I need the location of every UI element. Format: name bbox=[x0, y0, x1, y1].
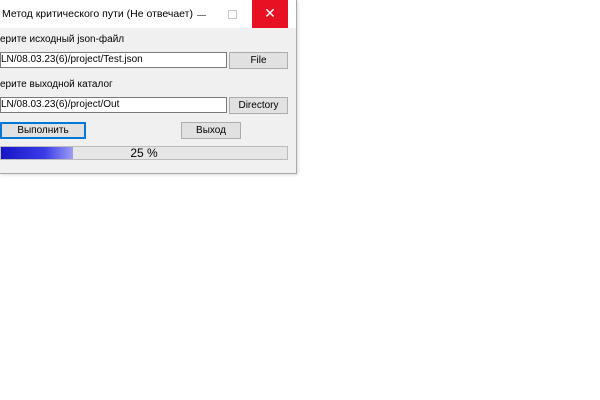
input-file-label: ерите исходный json-файл bbox=[0, 34, 125, 45]
progress-text: 25 % bbox=[130, 146, 158, 160]
output-dir-field[interactable]: LN/08.03.23(6)/project/Out bbox=[0, 97, 227, 113]
run-button[interactable]: Выполнить bbox=[0, 122, 86, 139]
screen: Метод критического пути (Не отвечает) ✕ … bbox=[0, 0, 600, 400]
app-window: Метод критического пути (Не отвечает) ✕ … bbox=[0, 0, 297, 174]
directory-button[interactable]: Directory bbox=[229, 97, 288, 114]
exit-button[interactable]: Выход bbox=[181, 122, 241, 139]
close-icon: ✕ bbox=[264, 6, 276, 22]
progress-bar: 25 % bbox=[0, 146, 288, 160]
minimize-icon bbox=[196, 14, 206, 16]
window-title: Метод критического пути (Не отвечает) bbox=[2, 8, 193, 20]
file-button[interactable]: File bbox=[229, 52, 288, 69]
maximize-icon bbox=[227, 9, 237, 19]
input-file-field[interactable]: LN/08.03.23(6)/project/Test.json bbox=[0, 52, 227, 68]
title-bar[interactable]: Метод критического пути (Не отвечает) ✕ bbox=[0, 0, 296, 28]
maximize-button[interactable] bbox=[218, 0, 246, 28]
close-button[interactable]: ✕ bbox=[252, 0, 288, 28]
output-dir-label: ерите выходной каталог bbox=[0, 79, 113, 90]
minimize-button[interactable] bbox=[187, 0, 215, 28]
